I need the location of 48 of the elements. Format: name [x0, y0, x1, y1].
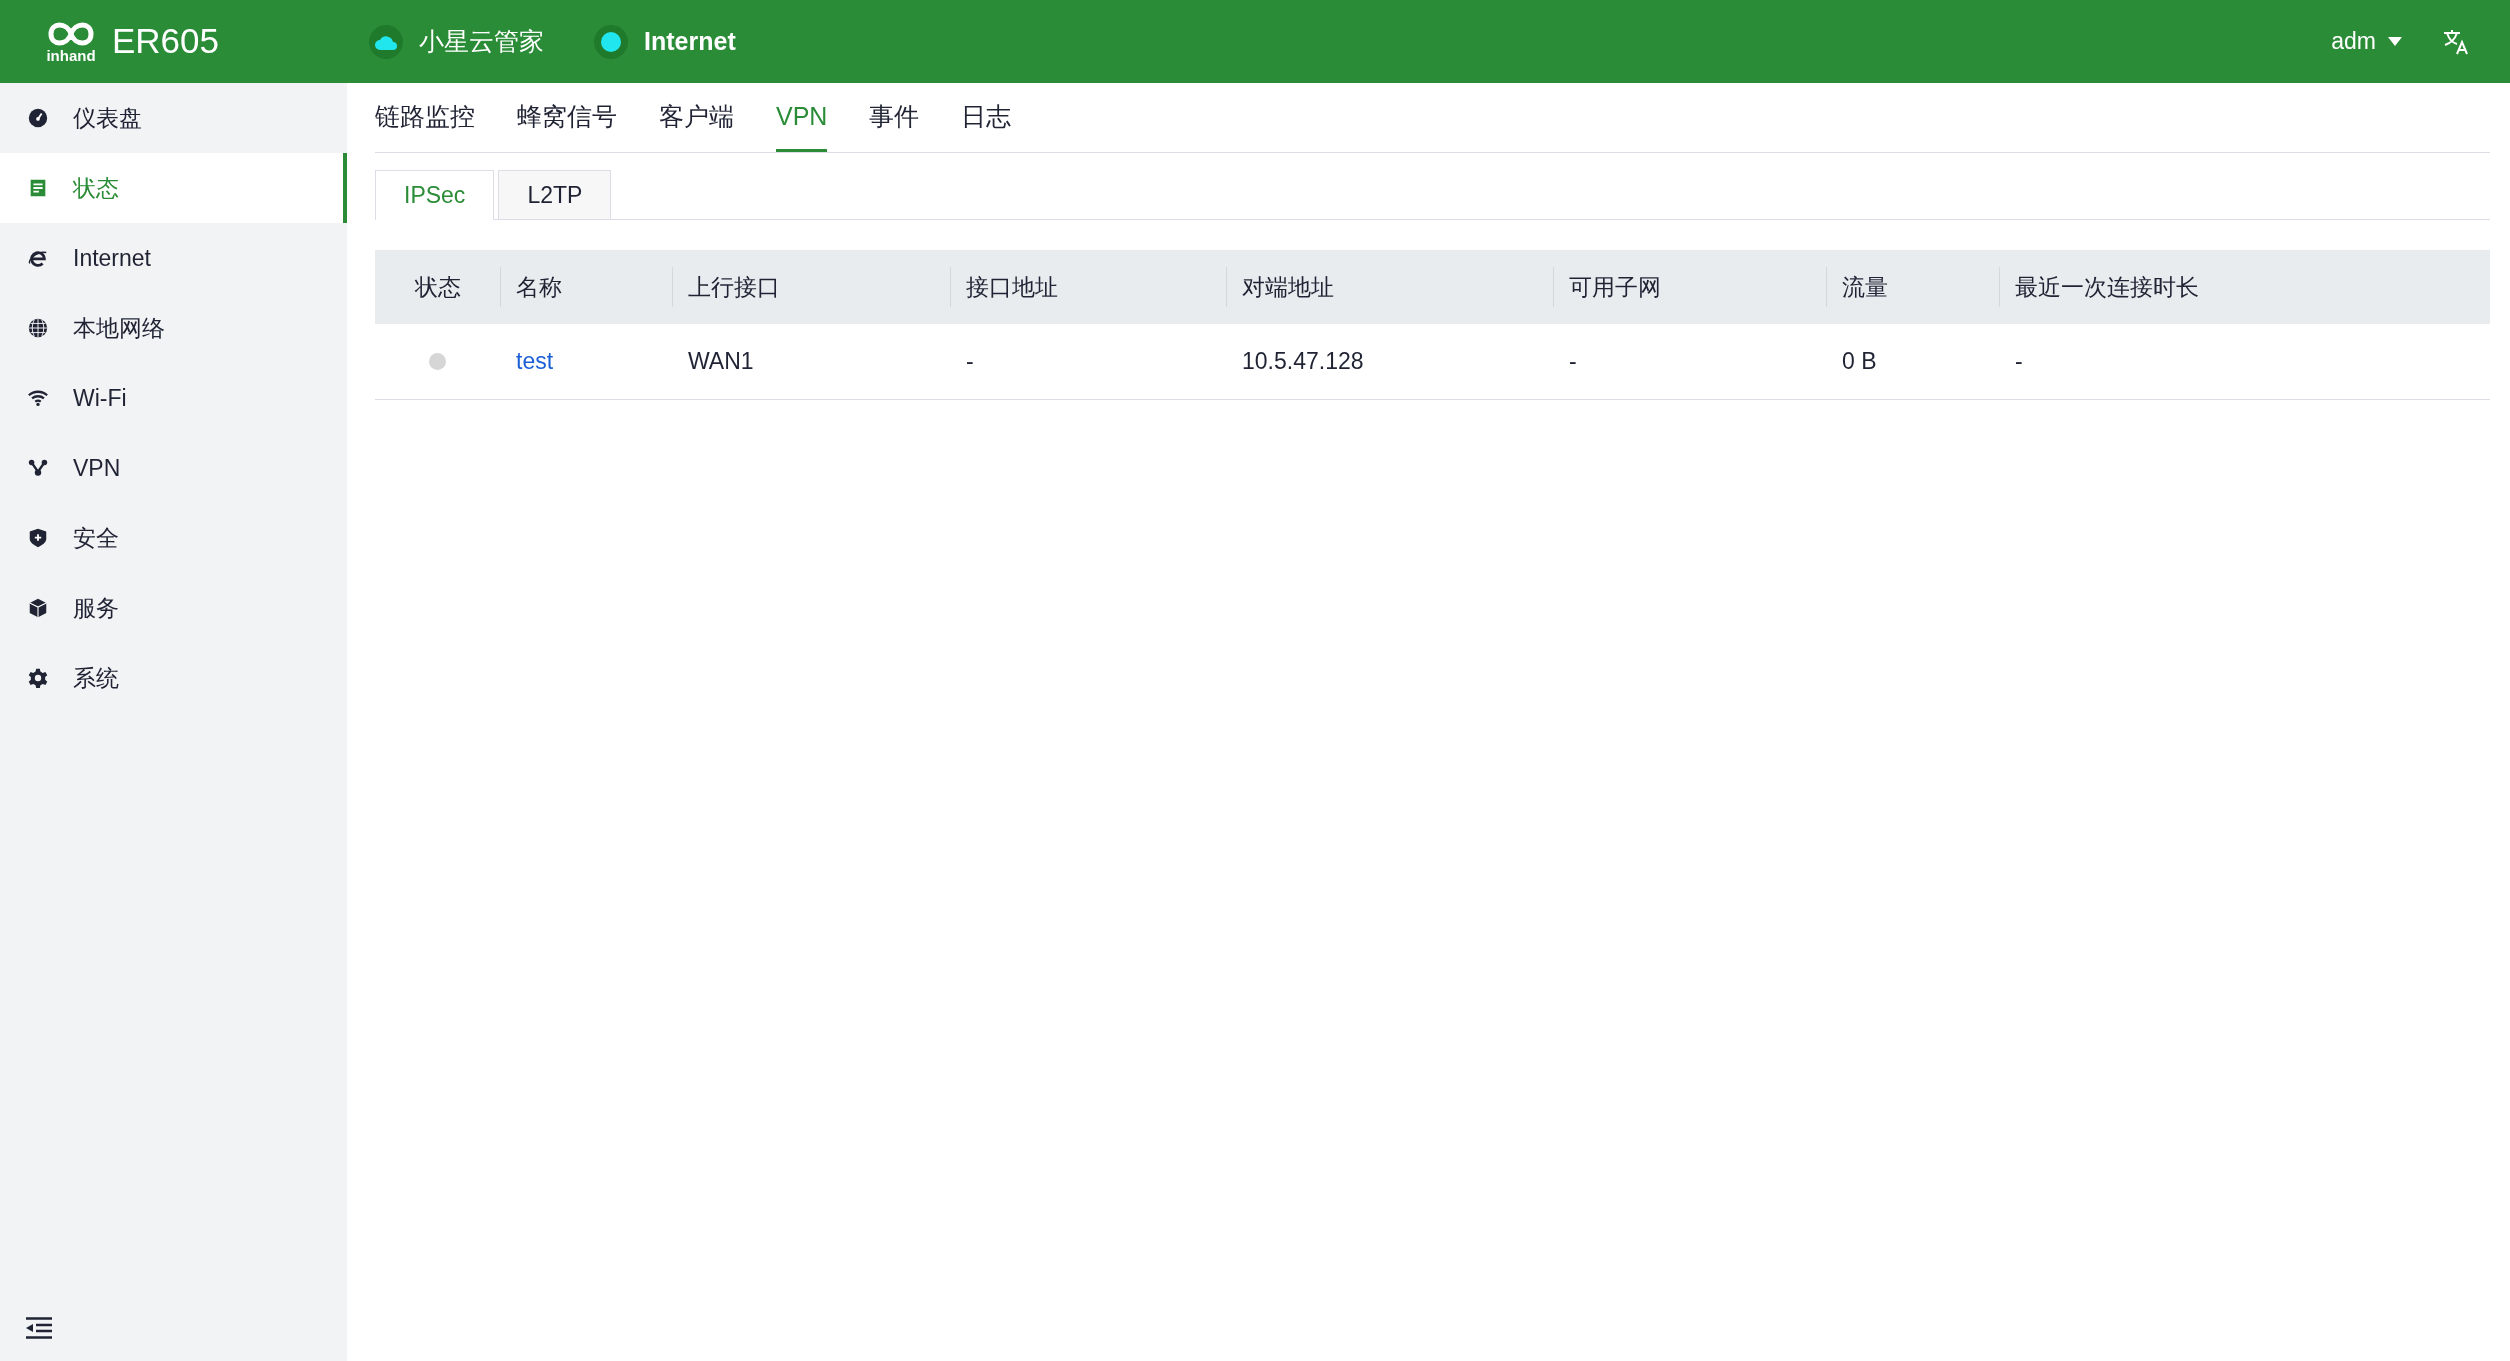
tunnel-name-link[interactable]: test: [516, 348, 554, 375]
cloud-label: 小星云管家: [419, 25, 545, 57]
tab[interactable]: 链路监控: [375, 97, 475, 152]
sidebar-item[interactable]: 仪表盘: [0, 83, 347, 153]
translate-icon[interactable]: [2442, 28, 2470, 55]
sidebar-item[interactable]: 服务: [0, 573, 347, 643]
shield-icon: [27, 527, 49, 549]
sidebar-item[interactable]: Internet: [0, 223, 347, 293]
collapse-menu-icon[interactable]: [26, 1317, 52, 1339]
column-header: 可用子网: [1569, 272, 1661, 302]
tab[interactable]: 事件: [869, 97, 920, 152]
column-header: 上行接口: [688, 272, 780, 302]
tab[interactable]: VPN: [776, 97, 828, 152]
table-cell: -: [2015, 348, 2023, 375]
internet-label: Internet: [644, 25, 736, 57]
settings-icon: [27, 667, 49, 689]
table-cell: WAN1: [688, 348, 754, 375]
column-header: 流量: [1842, 272, 1888, 302]
table-cell: 10.5.47.128: [1242, 348, 1364, 375]
globe-icon: [27, 317, 49, 339]
sidebar-item[interactable]: 安全: [0, 503, 347, 573]
table-cell: 0 B: [1842, 348, 1877, 375]
cloud-status-icon: [369, 24, 404, 59]
column-header: 名称: [516, 272, 562, 302]
sidebar-item[interactable]: VPN: [0, 433, 347, 503]
gauge-icon: [27, 107, 49, 129]
sidebar-item[interactable]: 本地网络: [0, 293, 347, 363]
sidebar-item[interactable]: 状态: [0, 153, 347, 223]
column-header: 接口地址: [966, 272, 1058, 302]
nodes-icon: [27, 457, 49, 479]
column-header: 状态: [414, 272, 461, 302]
internet-status-icon: [594, 24, 629, 59]
sidebar-item[interactable]: Wi-Fi: [0, 363, 347, 433]
user-menu[interactable]: adm: [2331, 24, 2402, 59]
sub-tab[interactable]: L2TP: [498, 170, 612, 219]
cube-icon: [27, 597, 49, 619]
tab[interactable]: 日志: [961, 97, 1012, 152]
caret-icon: [2388, 37, 2402, 46]
logo-text: inhand: [46, 47, 96, 64]
tab[interactable]: 蜂窝信号: [517, 97, 617, 152]
table-cell: -: [1569, 348, 1577, 375]
column-header: 对端地址: [1242, 272, 1334, 302]
product-name: ER605: [112, 20, 220, 63]
tab[interactable]: 客户端: [659, 97, 734, 152]
sidebar-item[interactable]: 系统: [0, 643, 347, 713]
table-cell: -: [966, 348, 974, 375]
sub-tab[interactable]: IPSec: [375, 170, 495, 220]
column-header: 最近一次连接时长: [2015, 272, 2199, 302]
